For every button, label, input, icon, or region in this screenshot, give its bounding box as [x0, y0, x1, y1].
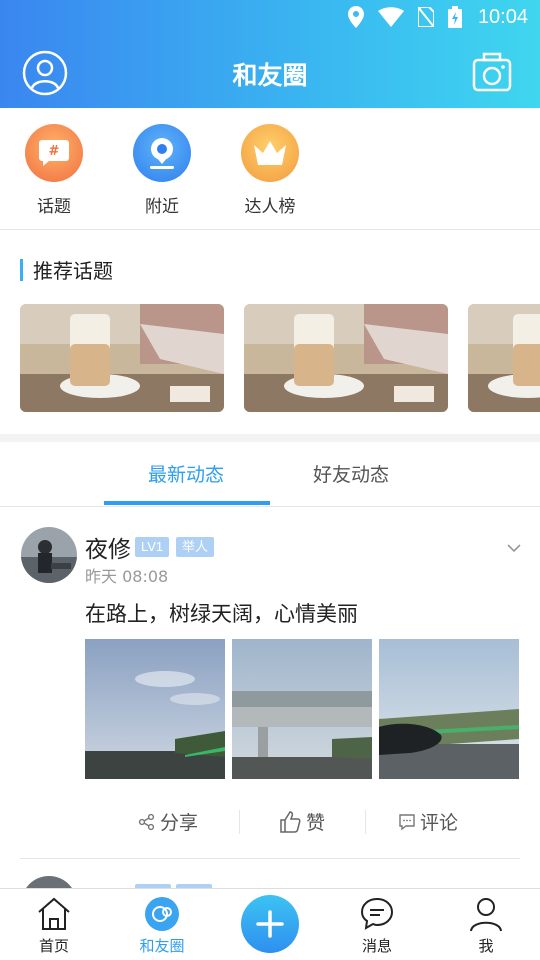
comment-button[interactable]: 评论 [398, 808, 458, 835]
like-button[interactable]: 赞 [278, 808, 325, 835]
feed-tabs: 最新动态 好友动态 [0, 442, 540, 507]
car-mirror-image [379, 639, 519, 779]
nav-circle-label: 和友圈 [139, 937, 185, 955]
recommended-title: 推荐话题 [20, 255, 113, 284]
topic-card[interactable] [244, 304, 448, 412]
location-icon [133, 124, 191, 182]
rank-badge: 举人 [176, 537, 215, 557]
share-label: 分享 [160, 812, 199, 834]
hashtag-icon: # [25, 124, 83, 182]
topic-card[interactable] [468, 304, 540, 412]
post-photo[interactable] [85, 639, 225, 779]
person-icon [467, 895, 505, 933]
post-text: 在路上，树绿天阔，心情美丽 [85, 602, 358, 626]
comment-label: 评论 [420, 812, 459, 834]
status-bar: 10:04 [0, 0, 540, 36]
active-tab-indicator [104, 501, 270, 505]
comment-icon [399, 813, 415, 830]
nav-circle[interactable]: 和友圈 [122, 895, 202, 956]
share-button[interactable]: 分享 [138, 808, 198, 835]
nav-me-label: 我 [478, 937, 494, 955]
post-divider [20, 858, 520, 859]
quick-topic-label: 话题 [37, 197, 71, 217]
thumbs-up-icon [280, 810, 301, 833]
app-header: 10:04 和友圈 [0, 0, 540, 108]
section-divider [0, 434, 540, 442]
quick-topic[interactable]: # 话题 [14, 124, 94, 217]
recommended-carousel[interactable] [20, 304, 540, 412]
circle-icon [143, 895, 181, 933]
nav-messages-label: 消息 [361, 937, 392, 955]
message-icon [358, 895, 396, 933]
coffee-image [468, 304, 540, 412]
topic-card[interactable] [20, 304, 224, 412]
post-author-name[interactable]: 夜修 [85, 530, 131, 564]
quick-nearby[interactable]: 附近 [122, 124, 202, 217]
nav-home[interactable]: 首页 [14, 895, 94, 956]
post-avatar[interactable] [21, 527, 77, 583]
like-label: 赞 [306, 812, 326, 834]
create-post-button[interactable] [241, 895, 299, 953]
quick-ranking-label: 达人榜 [244, 197, 296, 217]
post-photo[interactable] [379, 639, 519, 779]
action-divider [365, 810, 366, 834]
quick-ranking[interactable]: 达人榜 [230, 124, 310, 217]
bridge-image [232, 639, 372, 779]
no-sim-icon [418, 7, 434, 27]
road-sky-image [85, 639, 225, 779]
level-badge: LV1 [135, 537, 170, 557]
battery-icon [448, 6, 462, 28]
post-photo[interactable] [232, 639, 372, 779]
share-icon [138, 813, 155, 830]
quick-nearby-label: 附近 [145, 197, 179, 217]
post-time: 昨天 08:08 [85, 567, 169, 586]
tab-friends[interactable]: 好友动态 [313, 460, 389, 487]
svg-text:#: # [49, 144, 60, 159]
crown-icon [241, 124, 299, 182]
post-actions: 分享 赞 评论 [85, 800, 520, 844]
coffee-image [20, 304, 224, 412]
wifi-icon [378, 7, 404, 27]
quick-entries: # 话题 附近 达人榜 [0, 108, 540, 230]
home-icon [35, 895, 73, 933]
action-divider [239, 810, 240, 834]
post-more-button[interactable] [506, 540, 522, 556]
plus-icon [256, 910, 284, 938]
coffee-image [244, 304, 448, 412]
status-icons [348, 6, 462, 28]
chevron-down-icon [507, 544, 521, 553]
nav-me[interactable]: 我 [446, 895, 526, 956]
recommended-title-text: 推荐话题 [33, 259, 113, 283]
nav-home-label: 首页 [38, 937, 69, 955]
camera-button[interactable] [472, 52, 512, 92]
location-status-icon [348, 6, 364, 28]
page-title: 和友圈 [232, 61, 308, 90]
camera-icon [472, 52, 512, 92]
avatar-image [21, 527, 77, 583]
nav-messages[interactable]: 消息 [337, 895, 417, 956]
tab-latest[interactable]: 最新动态 [148, 460, 224, 487]
status-time: 10:04 [477, 6, 528, 28]
